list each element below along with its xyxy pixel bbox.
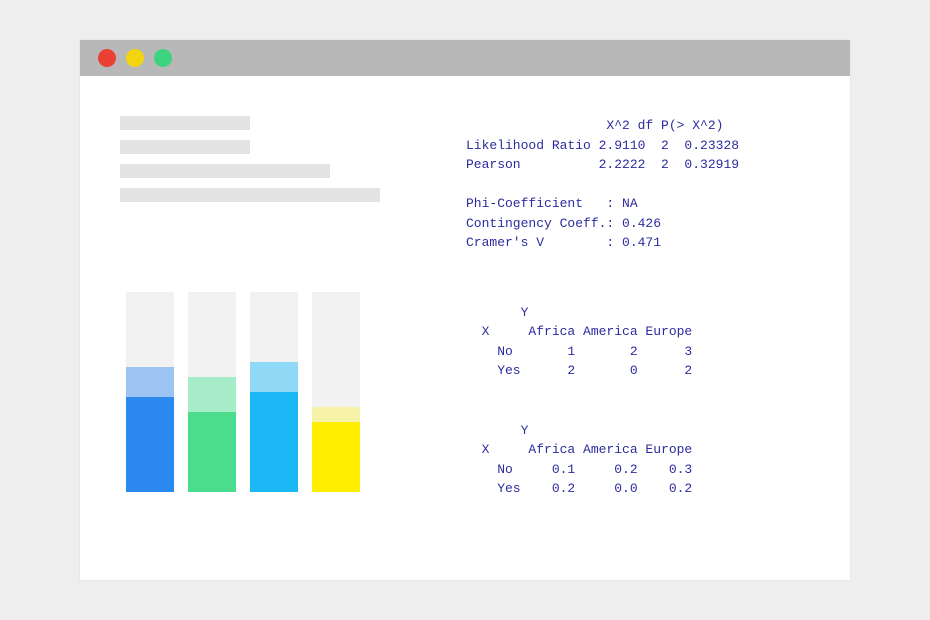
bar-3-segment-1 — [250, 362, 298, 392]
props-table-row-yes: Yes 0.2 0.0 0.2 — [466, 479, 820, 499]
likelihood-ratio-row: Likelihood Ratio 2.9110 2 0.23328 — [466, 136, 820, 156]
phi-coefficient: Phi-Coefficient : NA — [466, 194, 820, 214]
stats-panel: X^2 df P(> X^2) Likelihood Ratio 2.9110 … — [456, 116, 820, 550]
blank — [466, 175, 820, 195]
bar-4-segment-1 — [312, 407, 360, 422]
chi-square-header: X^2 df P(> X^2) — [466, 116, 820, 136]
bar-1-segment-1 — [126, 367, 174, 397]
props-table-header: X Africa America Europe — [466, 440, 820, 460]
counts-table-row-yes: Yes 2 0 2 — [466, 361, 820, 381]
bar-4-segment-2 — [312, 422, 360, 492]
counts-table-y: Y — [466, 303, 820, 323]
props-table-row-no: No 0.1 0.2 0.3 — [466, 460, 820, 480]
left-panel — [120, 116, 456, 550]
minimize-icon[interactable] — [126, 49, 144, 67]
contingency-coeff: Contingency Coeff.: 0.426 — [466, 214, 820, 234]
bar-3 — [250, 292, 298, 492]
skeleton-line-4 — [120, 188, 380, 202]
skeleton-line-1 — [120, 116, 250, 130]
skeleton-line-2 — [120, 140, 250, 154]
text-placeholder — [120, 116, 456, 202]
pearson-row: Pearson 2.2222 2 0.32919 — [466, 155, 820, 175]
app-window: X^2 df P(> X^2) Likelihood Ratio 2.9110 … — [80, 40, 850, 580]
bar-1 — [126, 292, 174, 492]
bar-4 — [312, 292, 360, 492]
bar-chart — [120, 282, 456, 492]
titlebar — [80, 40, 850, 76]
close-icon[interactable] — [98, 49, 116, 67]
cramers-v: Cramer's V : 0.471 — [466, 233, 820, 253]
counts-table-row-no: No 1 2 3 — [466, 342, 820, 362]
skeleton-line-3 — [120, 164, 330, 178]
bar-2 — [188, 292, 236, 492]
props-table-y: Y — [466, 421, 820, 441]
content-area: X^2 df P(> X^2) Likelihood Ratio 2.9110 … — [80, 76, 850, 580]
zoom-icon[interactable] — [154, 49, 172, 67]
bar-2-segment-1 — [188, 377, 236, 412]
bar-3-segment-2 — [250, 392, 298, 492]
bar-1-segment-2 — [126, 397, 174, 492]
counts-table-header: X Africa America Europe — [466, 322, 820, 342]
bar-2-segment-2 — [188, 412, 236, 492]
